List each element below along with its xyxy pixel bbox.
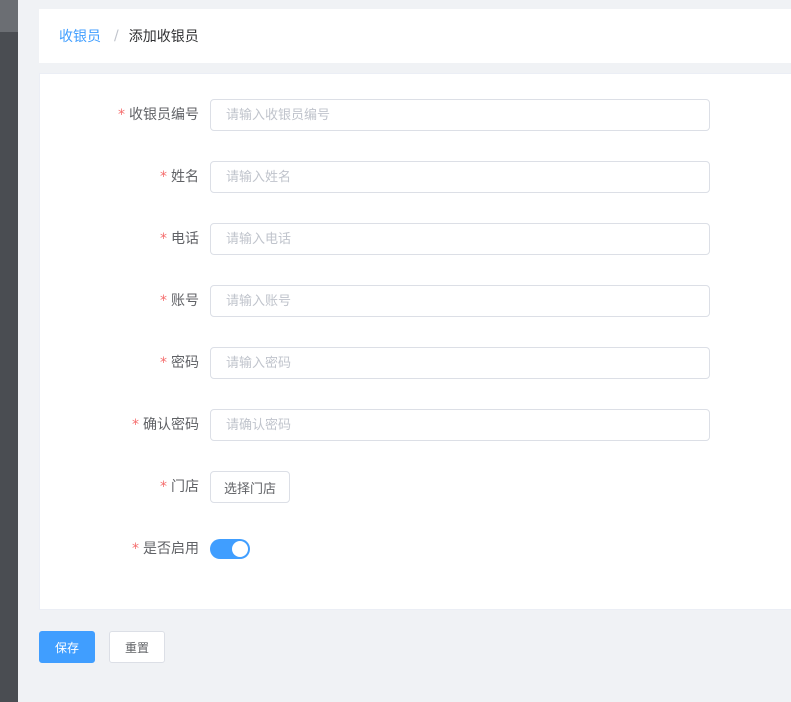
field-label-text: 确认密码 (143, 417, 199, 433)
phone-input[interactable] (210, 223, 710, 255)
password-input[interactable] (210, 347, 710, 379)
required-mark: * (118, 107, 125, 123)
breadcrumb-current: 添加收银员 (128, 29, 199, 45)
required-mark: * (160, 479, 167, 495)
field-label-text: 账号 (171, 293, 199, 309)
account-input[interactable] (210, 285, 710, 317)
reset-button[interactable]: 重置 (109, 631, 165, 663)
name-input[interactable] (210, 161, 710, 193)
enabled-toggle[interactable] (210, 539, 250, 559)
field-label-text: 门店 (171, 479, 199, 495)
form-row-confirm-password: * 确认密码 (40, 409, 791, 441)
field-label-text: 姓名 (171, 169, 199, 185)
field-label: * 密码 (160, 347, 199, 379)
required-mark: * (160, 293, 167, 309)
required-mark: * (132, 417, 139, 433)
form-row-enabled: * 是否启用 (40, 533, 791, 565)
form-row-store: * 门店 选择门店 (40, 471, 791, 503)
sidebar-active-block (0, 0, 18, 32)
form-row-name: * 姓名 (40, 161, 791, 193)
required-mark: * (160, 355, 167, 371)
field-label: * 电话 (160, 223, 199, 255)
form-row-cashier-number: * 收银员编号 (40, 99, 791, 131)
field-label: * 收银员编号 (118, 99, 199, 131)
toggle-knob (232, 541, 248, 557)
field-label-text: 密码 (171, 355, 199, 371)
field-label: * 账号 (160, 285, 199, 317)
select-store-button[interactable]: 选择门店 (210, 471, 290, 503)
cashier-form: *收银员编号 *姓名 *电话 *账号 *密码 *确认密码 *门店 选择门店 *是… (39, 73, 791, 610)
breadcrumb: 收银员 / 添加收银员 (39, 9, 791, 63)
breadcrumb-parent-link[interactable]: 收银员 (59, 26, 101, 46)
cashier-number-input[interactable] (210, 99, 710, 131)
save-button[interactable]: 保存 (39, 631, 95, 663)
field-label: * 姓名 (160, 161, 199, 193)
required-mark: * (160, 231, 167, 247)
form-row-password: * 密码 (40, 347, 791, 379)
required-mark: * (160, 169, 167, 185)
breadcrumb-separator: / (114, 28, 119, 44)
field-label: * 确认密码 (132, 409, 199, 441)
confirm-password-input[interactable] (210, 409, 710, 441)
sidebar-edge (0, 0, 18, 702)
required-mark: * (132, 541, 139, 557)
field-label: * 门店 (160, 471, 199, 503)
form-row-phone: * 电话 (40, 223, 791, 255)
form-row-account: * 账号 (40, 285, 791, 317)
field-label-text: 收银员编号 (129, 107, 199, 123)
field-label: * 是否启用 (132, 533, 199, 565)
field-label-text: 电话 (171, 231, 199, 247)
field-label-text: 是否启用 (143, 541, 199, 557)
